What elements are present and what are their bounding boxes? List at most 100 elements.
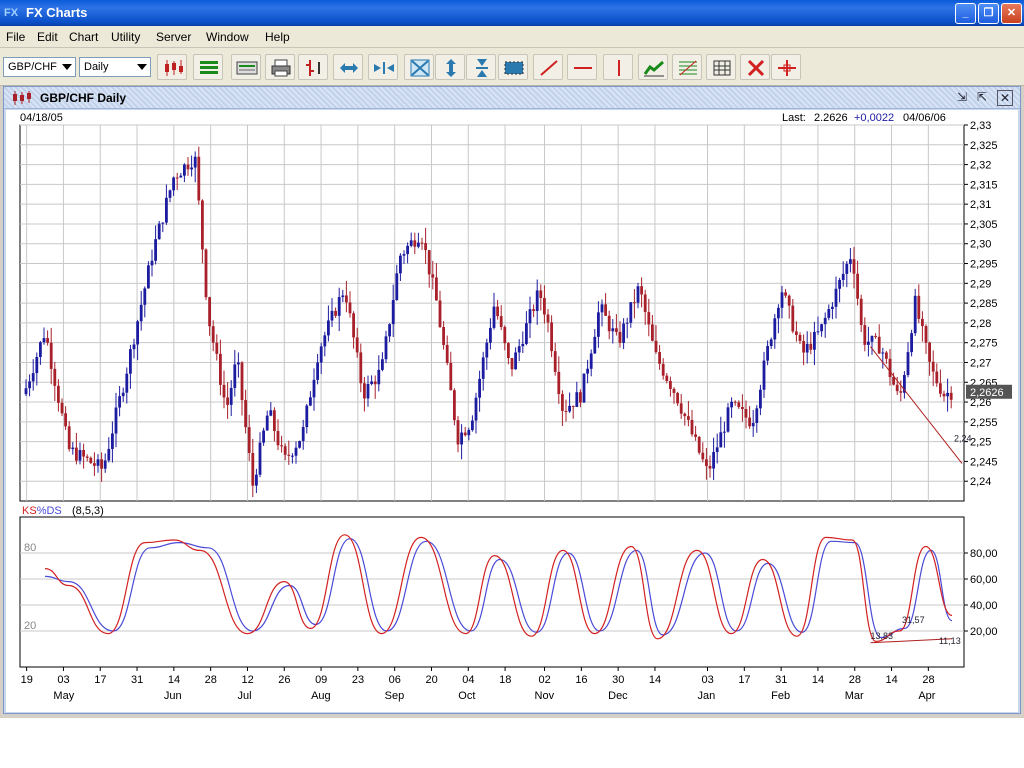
select-area-button[interactable] [498, 54, 528, 80]
oscillator-tick-label: 20,00 [970, 626, 998, 638]
candle-body [417, 242, 420, 247]
y-tick-label: 2,325 [970, 140, 998, 152]
chart-properties-button[interactable] [231, 54, 261, 80]
close-button[interactable]: ✕ [1001, 3, 1022, 24]
compress-horizontal-button[interactable] [368, 54, 398, 80]
grid-button[interactable] [706, 54, 736, 80]
candle-body [499, 316, 503, 327]
candle-body [226, 397, 229, 405]
chart-window-titlebar[interactable]: GBP/CHF Daily ⇲ ⇱ ✕ [4, 87, 1020, 109]
menu-utility[interactable]: Utility [111, 30, 140, 44]
candle-body [690, 419, 694, 435]
candle-body [165, 197, 168, 223]
indicator-icon [643, 60, 664, 77]
candle-body [528, 309, 532, 324]
candle-body [773, 318, 777, 340]
candle-body [946, 392, 949, 397]
candle-body [262, 430, 265, 443]
crosshair-button[interactable] [771, 54, 801, 80]
bar-list-button[interactable] [193, 54, 223, 80]
candle-body [247, 427, 251, 453]
restore-icon[interactable]: ⇲ [954, 90, 970, 106]
print-button[interactable] [265, 54, 295, 80]
x-day-label: 28 [849, 674, 861, 686]
candle-body [150, 260, 154, 266]
menu-edit[interactable]: Edit [37, 30, 58, 44]
maximize-button[interactable]: ❐ [978, 3, 999, 24]
chart-area[interactable]: 04/18/05 Last: 2.2626 +0,0022 04/06/06 2… [6, 110, 1018, 712]
bar-list-icon [200, 61, 218, 74]
y-tick-label: 2,24 [970, 476, 991, 488]
candle-body [211, 326, 215, 343]
candlestick-chart-button[interactable] [157, 54, 187, 80]
vertical-line-icon [618, 60, 620, 76]
candle-body [49, 342, 53, 369]
fibonacci-button[interactable] [672, 54, 702, 80]
candle-body [103, 460, 107, 469]
menu-file[interactable]: File [6, 30, 25, 44]
candle-body [870, 335, 874, 342]
candle-body [301, 427, 305, 442]
candle-body [561, 394, 564, 411]
candle-body [741, 407, 744, 409]
horizontal-line-button[interactable] [567, 54, 597, 80]
candle-body [917, 295, 921, 319]
candle-body [694, 434, 697, 437]
close-icon[interactable]: ✕ [997, 90, 1013, 106]
oscillator-tick-label: 40,00 [970, 600, 998, 612]
candle-body [575, 392, 579, 407]
period-select[interactable]: Daily [79, 57, 151, 77]
title-bar[interactable]: FX FX Charts _ ❐ ✕ [0, 0, 1024, 26]
fibonacci-icon [679, 60, 697, 76]
compress-vertical-button[interactable] [466, 54, 496, 80]
candle-body [553, 351, 557, 372]
x-day-label: 30 [612, 674, 624, 686]
candle-body [521, 343, 525, 347]
candle-body [766, 346, 769, 361]
ohlc-bars-button[interactable] [298, 54, 328, 80]
zoom-vertical-button[interactable] [435, 54, 465, 80]
y-tick-label: 2,295 [970, 259, 998, 271]
candle-body [456, 420, 460, 445]
candle-body [193, 156, 197, 168]
candle-body [53, 368, 57, 386]
candle-body [258, 442, 262, 475]
symbol-select[interactable]: GBP/CHF [3, 57, 76, 77]
menu-help[interactable]: Help [265, 30, 290, 44]
menu-window[interactable]: Window [206, 30, 249, 44]
candle-body [460, 432, 463, 445]
minimize-button[interactable]: _ [955, 3, 976, 24]
menu-chart[interactable]: Chart [69, 30, 98, 44]
candle-body [831, 306, 834, 310]
oscillator-title: KS%DS [22, 505, 62, 517]
chart-window-title: GBP/CHF Daily [40, 91, 127, 105]
candle-body [489, 327, 492, 343]
candle-body [805, 343, 809, 353]
candle-body [535, 290, 539, 312]
candle-body [370, 381, 373, 384]
candle-body [316, 362, 319, 380]
menu-server[interactable]: Server [156, 30, 191, 44]
trend-line-button[interactable] [533, 54, 563, 80]
delete-icon [747, 59, 765, 77]
candle-body [895, 384, 899, 392]
fit-screen-button[interactable] [404, 54, 434, 80]
x-month-label: Apr [918, 690, 935, 702]
candle-body [615, 328, 618, 332]
maximize-icon[interactable]: ⇱ [974, 90, 990, 106]
vertical-line-button[interactable] [603, 54, 633, 80]
candle-body [849, 259, 852, 264]
zoom-horizontal-button[interactable] [333, 54, 363, 80]
candle-body [492, 306, 496, 328]
candle-body [168, 190, 172, 198]
candle-body [557, 371, 561, 395]
candle-body [373, 381, 377, 385]
candle-body [219, 353, 222, 385]
candle-body [222, 384, 226, 398]
toolbar: GBP/CHF Daily [0, 48, 1024, 86]
x-day-label: 03 [57, 674, 69, 686]
candle-body [453, 390, 456, 421]
x-month-label: Jan [698, 690, 716, 702]
indicator-button[interactable] [638, 54, 668, 80]
delete-button[interactable] [740, 54, 770, 80]
